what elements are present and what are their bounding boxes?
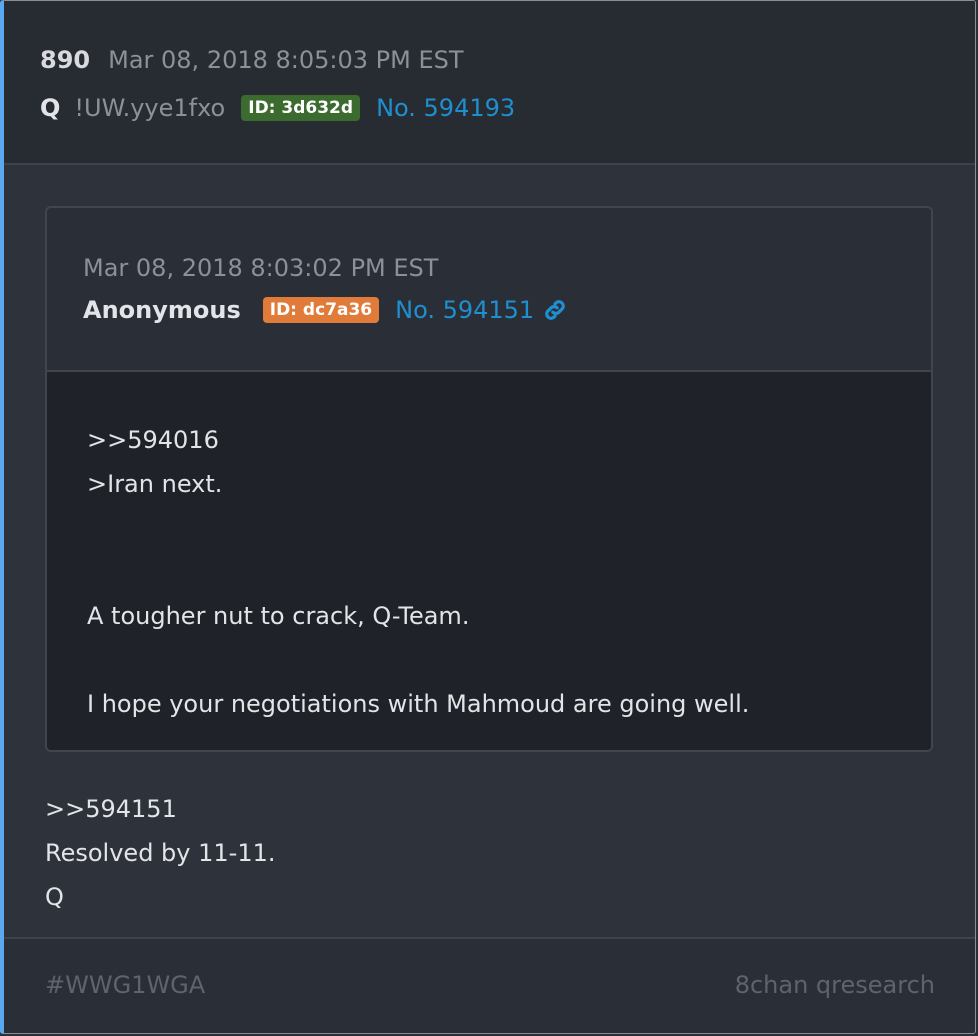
quoted-post-author-row: Anonymous ID: dc7a36 No. 594151 xyxy=(83,296,568,324)
quoted-text-line xyxy=(87,506,931,550)
post-footer: #WWG1WGA 8chan qresearch xyxy=(4,937,975,1033)
post-text-line: >>594151 xyxy=(45,795,177,823)
quoted-post-header: Mar 08, 2018 8:03:02 PM EST Anonymous ID… xyxy=(47,208,931,372)
quoted-post-text: >>594016 >Iran next. A tougher nut to cr… xyxy=(47,372,931,750)
post-body: Mar 08, 2018 8:03:02 PM EST Anonymous ID… xyxy=(4,165,975,939)
post-text-line: Q xyxy=(45,883,64,911)
post-card: 890 Mar 08, 2018 8:05:03 PM EST Q !UW.yy… xyxy=(0,0,976,1034)
post-number: 890 xyxy=(40,46,91,74)
post-number-link[interactable]: No. 594193 xyxy=(376,94,515,122)
post-id-badge: ID: 3d632d xyxy=(241,95,361,121)
quoted-text-line: A tougher nut to crack, Q-Team. xyxy=(87,602,470,630)
quoted-text-line: I hope your negotiations with Mahmoud ar… xyxy=(87,690,750,718)
quoted-text-line: >Iran next. xyxy=(87,470,223,498)
post-date: Mar 08, 2018 8:05:03 PM EST xyxy=(108,46,464,74)
post-author-row: Q !UW.yye1fxo ID: 3d632d No. 594193 xyxy=(40,90,515,126)
quoted-post-id-badge: ID: dc7a36 xyxy=(262,297,380,323)
quoted-text-line xyxy=(87,550,931,594)
post-text-line: Resolved by 11-11. xyxy=(45,839,276,867)
quoted-post: Mar 08, 2018 8:03:02 PM EST Anonymous ID… xyxy=(45,206,933,752)
quoted-post-number-link[interactable]: No. 594151 xyxy=(395,296,534,324)
post-text: >>594151 Resolved by 11-11. Q xyxy=(45,787,275,919)
post-meta-row: 890 Mar 08, 2018 8:05:03 PM EST xyxy=(40,46,464,82)
post-author: Q xyxy=(40,94,61,122)
quoted-post-author: Anonymous xyxy=(83,296,241,324)
quoted-text-line xyxy=(87,638,931,682)
post-tripcode: !UW.yye1fxo xyxy=(74,94,226,122)
quoted-text-line: >>594016 xyxy=(87,426,219,454)
chain-link-icon[interactable] xyxy=(542,297,568,323)
footer-source: 8chan qresearch xyxy=(734,971,935,999)
footer-hashtag: #WWG1WGA xyxy=(45,971,206,999)
quoted-post-date: Mar 08, 2018 8:03:02 PM EST xyxy=(83,254,439,282)
post-header: 890 Mar 08, 2018 8:05:03 PM EST Q !UW.yy… xyxy=(4,1,975,165)
